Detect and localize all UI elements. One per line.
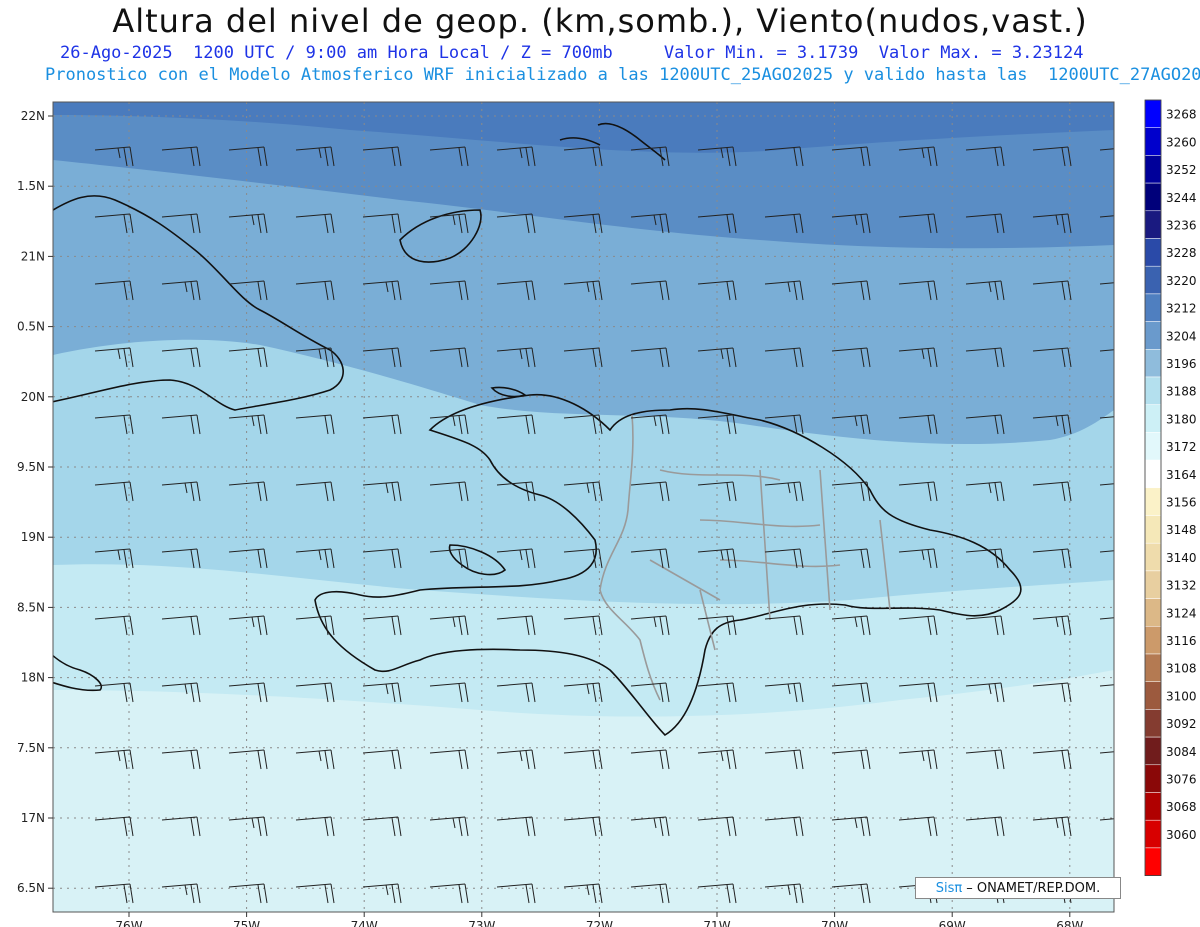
colorbar-label: 3084 [1166,745,1197,759]
colorbar-label: 3148 [1166,523,1197,537]
colorbar-swatch [1144,99,1162,128]
colorbar-swatch [1144,127,1162,156]
colorbar-swatch [1144,293,1162,322]
colorbar-swatch [1144,432,1162,461]
latitude-axis: 22N 1.5N 21N 0.5N 20N 9.5N 19N 8.5N 18N 7.5N 17N 6.… [17,109,53,895]
colorbar-swatch [1144,792,1162,821]
colorbar-label: 3220 [1166,274,1197,288]
lon-label: 70W [821,919,848,927]
colorbar-swatch [1144,238,1162,267]
lat-label: 6.5N [17,881,45,895]
colorbar-label: 3228 [1166,246,1197,260]
lon-label: 71W [703,919,730,927]
lon-label: 73W [468,919,495,927]
colorbar-swatch [1144,265,1162,295]
lon-label: 75W [233,919,260,927]
colorbar-label: 3196 [1166,357,1197,371]
map-figure: 22N 1.5N 21N 0.5N 20N 9.5N 19N 8.5N 18N 7.5N 17N 6.… [17,99,1197,927]
lat-label: 0.5N [17,320,45,334]
credit-box: Sisπ – ONAMET/REP.DOM. [915,877,1121,899]
colorbar-swatch [1144,376,1162,405]
colorbar-label: 3124 [1166,606,1197,620]
colorbar-swatch [1144,210,1162,239]
colorbar-swatch [1144,321,1162,350]
lat-label: 22N [21,109,45,123]
lon-label: 76W [115,919,142,927]
colorbar-label: 3188 [1166,385,1197,399]
lat-label: 9.5N [17,460,45,474]
colorbar-swatch [1144,709,1162,738]
colorbar-label: 3068 [1166,800,1197,814]
colorbar-swatch [1144,487,1162,516]
colorbar-swatch [1144,570,1162,599]
colorbar-label: 3116 [1166,634,1197,648]
lat-label: 17N [21,811,45,825]
colorbar-swatch [1144,847,1162,876]
colorbar-label: 3132 [1166,579,1197,593]
lon-label: 69W [939,919,966,927]
lon-label: 74W [351,919,378,927]
lat-label: 21N [21,249,45,263]
lat-label: 7.5N [17,741,45,755]
colorbar-label: 3076 [1166,773,1197,787]
lon-label: 68W [1056,919,1083,927]
colorbar-label: 3140 [1166,551,1197,565]
colorbar-label: 3060 [1166,828,1197,842]
colorbar-swatch [1144,653,1162,682]
colorbar-label: 3172 [1166,440,1197,454]
colorbar-label: 3204 [1166,329,1197,343]
colorbar-swatch [1144,155,1162,184]
credit-agency: – ONAMET/REP.DOM. [966,880,1101,896]
colorbar-swatch [1144,681,1162,710]
colorbar-label: 3252 [1166,163,1197,177]
colorbar-swatch [1144,764,1162,793]
colorbar-label: 3180 [1166,412,1197,426]
colorbar-swatch [1144,182,1162,212]
colorbar-swatch [1144,626,1162,655]
colorbar-label: 3268 [1166,108,1197,122]
map-area [53,102,1114,912]
credit-sis: Sisπ [935,880,963,896]
colorbar-label: 3244 [1166,191,1197,205]
colorbar-label: 3212 [1166,302,1197,316]
lat-label: 19N [21,530,45,544]
colorbar-swatch [1144,515,1162,544]
colorbar-swatch [1144,349,1162,378]
colorbar-label: 3100 [1166,689,1197,703]
lat-label: 18N [21,671,45,685]
colorbar-swatch [1144,459,1162,489]
colorbar-label: 3156 [1166,496,1197,510]
colorbar-label: 3260 [1166,135,1197,149]
colorbar-swatch [1144,819,1162,849]
colorbar-swatch [1144,404,1162,433]
longitude-axis: 76W 75W 74W 73W 72W 71W 70W 69W 68W [115,912,1083,927]
lat-label: 8.5N [17,600,45,614]
colorbar-swatch [1144,542,1162,572]
lat-label: 1.5N [17,179,45,193]
colorbar-swatch [1144,598,1162,627]
lon-label: 72W [586,919,613,927]
colorbar: 3268 3260 3252 3244 3236 3228 3220 3212 3204 3196… [1144,99,1197,876]
lat-label: 20N [21,390,45,404]
colorbar-swatch [1144,736,1162,766]
colorbar-label: 3164 [1166,468,1197,482]
colorbar-label: 3236 [1166,219,1197,233]
colorbar-label: 3092 [1166,717,1197,731]
colorbar-label: 3108 [1166,662,1197,676]
